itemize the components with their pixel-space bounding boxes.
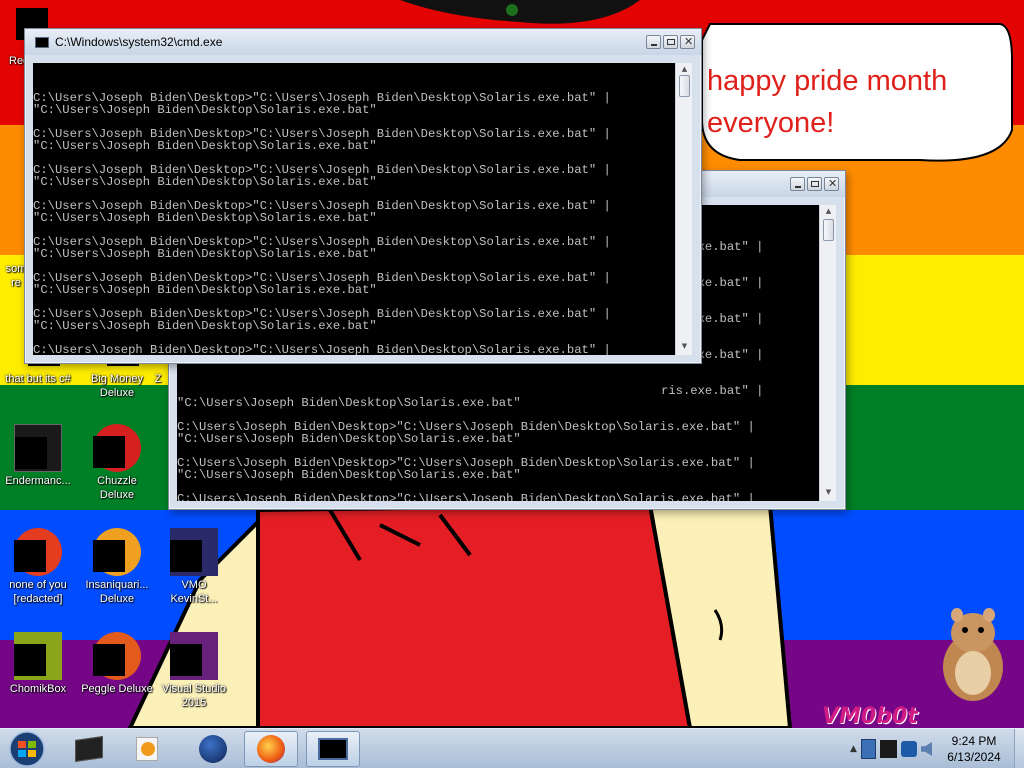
bubble-line-1: happy pride month (707, 65, 948, 97)
desktop-icon-chuzzle[interactable]: Chuzzle Deluxe (79, 424, 155, 502)
desktop-icon-label: VMO KevinSt... (170, 579, 218, 605)
speaker-icon[interactable] (920, 742, 932, 756)
console-line: C:\Users\Joseph Biden\Desktop>"C:\Users\… (33, 343, 611, 355)
console-line: "C:\Users\Joseph Biden\Desktop\Solaris.e… (33, 175, 377, 189)
desktop-icon-endermanch[interactable]: Endermanc... (0, 424, 76, 488)
windows-media-icon (136, 737, 158, 761)
desktop-icon-label: Peggle Deluxe (81, 683, 153, 695)
maximize-button[interactable] (807, 177, 822, 191)
taskbar-cmd-app[interactable] (306, 731, 360, 767)
window-titlebar[interactable]: C:\Windows\system32\cmd.exe (25, 29, 701, 55)
scroll-down-arrow-icon[interactable]: ▼ (676, 342, 693, 350)
speech-bubble: happy pride month everyone! (700, 20, 1014, 170)
console-line: "C:\Users\Joseph Biden\Desktop\Solaris.e… (177, 468, 521, 482)
show-hidden-icons-icon[interactable]: ▲ (850, 744, 857, 754)
desktop-icon-chomikbox[interactable]: ChomikBox (0, 632, 76, 696)
cmd-window-front[interactable]: C:\Windows\system32\cmd.exe ✕ C:\Users\J… (24, 28, 702, 364)
desktop-icon-label: Chuzzle Deluxe (97, 475, 137, 501)
start-button[interactable] (4, 730, 50, 768)
taskbar-pinned-app[interactable] (186, 731, 240, 767)
console-line: "C:\Users\Joseph Biden\Desktop\Solaris.e… (33, 247, 377, 261)
minimize-button[interactable] (790, 177, 805, 191)
clock-time: 9:24 PM (951, 734, 997, 748)
console-line: "C:\Users\Joseph Biden\Desktop\Solaris.e… (33, 139, 377, 153)
console-output[interactable]: C:\Users\Joseph Biden\Desktop>"C:\Users\… (33, 63, 675, 355)
console-line: "C:\Users\Joseph Biden\Desktop\Solaris.e… (33, 319, 377, 333)
close-button[interactable]: ✕ (680, 35, 695, 49)
cmd-icon (318, 738, 348, 760)
taskbar-pinned-app[interactable] (244, 731, 298, 767)
scrollbar-thumb[interactable] (679, 75, 690, 97)
console-text: C:\Users\Joseph Biden\Desktop>"C:\Users\… (33, 92, 675, 355)
minimize-button[interactable] (646, 35, 661, 49)
windows-orb-icon (9, 731, 45, 767)
window-controls: ✕ (646, 35, 695, 49)
desktop-icon-insaniquarium[interactable]: Insaniquari... Deluxe (79, 528, 155, 606)
window-title: C:\Windows\system32\cmd.exe (55, 35, 223, 49)
scrollbar-thumb[interactable] (823, 219, 834, 241)
cmd-icon (35, 37, 49, 48)
desktop-icon-label: Insaniquari... Deluxe (85, 579, 149, 605)
window-controls: ✕ (790, 177, 839, 191)
maximize-button[interactable] (663, 35, 678, 49)
console-line: "C:\Users\Joseph Biden\Desktop\Solaris.e… (177, 432, 521, 446)
globe-icon (199, 735, 227, 763)
desktop-icon-label: that but its c# (5, 373, 71, 385)
taskbar: ▲ 9:24 PM 6/13/2024 (0, 728, 1024, 768)
close-button[interactable]: ✕ (824, 177, 839, 191)
desktop-icon-label: ChomikBox (9, 683, 67, 695)
hamster-image (943, 608, 1003, 701)
clock-date: 6/13/2024 (947, 750, 1001, 764)
close-icon: ✕ (828, 177, 838, 190)
desktop-icon-label: Endermanc... (5, 475, 71, 487)
taskbar-pinned-app[interactable] (120, 731, 174, 767)
console-line: "C:\Users\Joseph Biden\Desktop\Solaris.e… (33, 103, 377, 117)
desktop-icon-vmo-kevin[interactable]: VMO KevinSt... (156, 528, 232, 606)
media-player-icon (75, 736, 103, 762)
system-tray: ▲ (850, 733, 932, 765)
console-line: "C:\Users\Joseph Biden\Desktop\Solaris.e… (177, 396, 521, 410)
scroll-up-arrow-icon[interactable]: ▲ (676, 65, 693, 73)
taskbar-pinned-app[interactable] (62, 731, 116, 767)
desktop-icon-peggle[interactable]: Peggle Deluxe (79, 632, 155, 696)
console-line: "C:\Users\Joseph Biden\Desktop\Solaris.e… (33, 283, 377, 297)
action-center-icon[interactable] (901, 741, 917, 757)
scroll-down-arrow-icon[interactable]: ▼ (820, 488, 837, 496)
vertical-scrollbar[interactable]: ▲ ▼ (819, 205, 836, 501)
desktop-icon-none-of-you[interactable]: none of you [redacted] (0, 528, 76, 606)
desktop-icon-label: Big Money Deluxe (91, 373, 143, 399)
vertical-scrollbar[interactable]: ▲ ▼ (675, 63, 692, 355)
desktop-icon-label: none of you [redacted] (9, 579, 67, 605)
vm-watermark: VM0b0t (822, 704, 918, 729)
scroll-up-arrow-icon[interactable]: ▲ (820, 207, 837, 215)
console-line: C:\Users\Joseph Biden\Desktop>"C:\Users\… (177, 492, 755, 501)
firefox-icon (257, 735, 285, 763)
desktop-icon-visual-studio[interactable]: Visual Studio 2015 (156, 632, 232, 710)
desktop-icon-label: Visual Studio 2015 (161, 683, 226, 709)
show-desktop-button[interactable] (1014, 729, 1024, 768)
taskbar-clock[interactable]: 9:24 PM 6/13/2024 (934, 733, 1014, 765)
console-line: "C:\Users\Joseph Biden\Desktop\Solaris.e… (33, 211, 377, 225)
bubble-line-2: everyone! (707, 107, 835, 139)
network-icon[interactable] (860, 739, 877, 759)
close-icon: ✕ (684, 35, 694, 48)
desktop-icon-label: Z (154, 373, 162, 385)
volume-icon[interactable] (880, 740, 898, 758)
